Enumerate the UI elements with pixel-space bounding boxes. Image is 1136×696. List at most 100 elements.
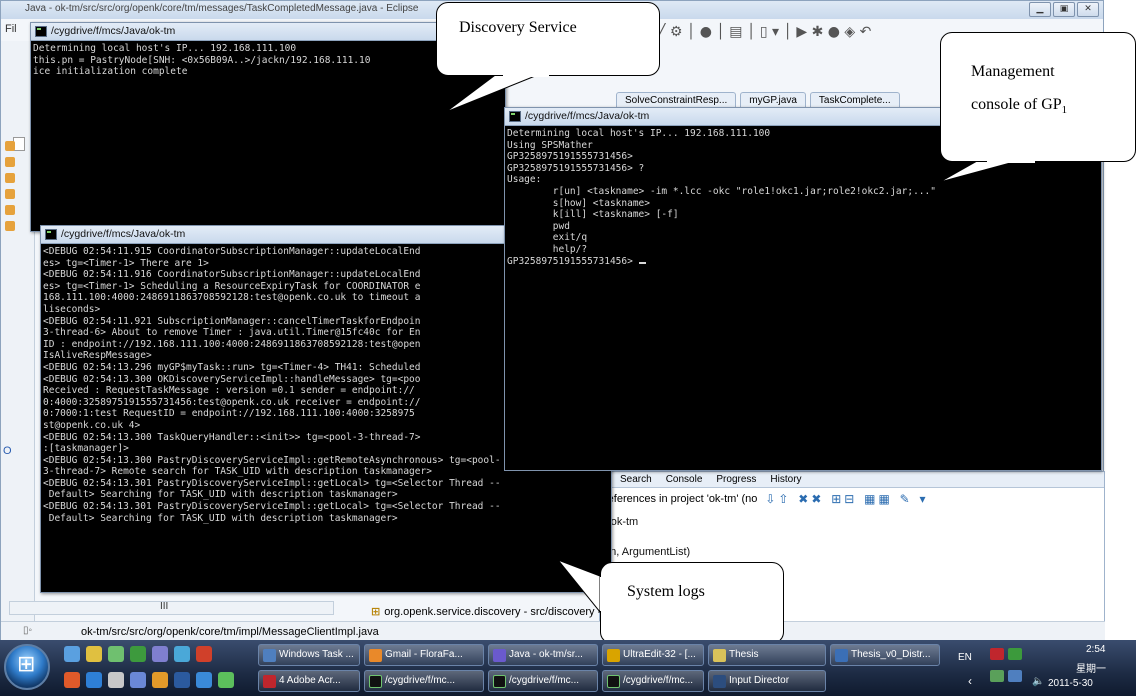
callout-discovery-service: Discovery Service [432, 0, 662, 115]
warning-icon [5, 157, 15, 167]
app-icon [607, 649, 620, 662]
input-director-icon[interactable] [990, 648, 1004, 660]
quick-launch-icon[interactable] [174, 646, 190, 662]
taskbar-button[interactable]: /cygdrive/f/mc... [488, 670, 598, 692]
taskbar-button-label: /cygdrive/f/mc... [623, 675, 694, 686]
taskbar-button[interactable]: Gmail - FloraFa... [364, 644, 484, 666]
callout-pointer-cover [987, 161, 1035, 163]
warning-icon [5, 221, 15, 231]
taskbar-button[interactable]: Thesis [708, 644, 826, 666]
close-button[interactable]: ✕ [1077, 2, 1099, 17]
console-output: <DEBUG 02:54:11.915 CoordinatorSubscript… [43, 246, 501, 524]
status-path: ok-tm/src/src/org/openk/core/tm/impl/Mes… [81, 626, 379, 638]
horizontal-scrollbar[interactable]: III [9, 601, 334, 615]
menu-file[interactable]: Fil [5, 23, 17, 35]
clock-date[interactable]: 2011-5-30 [1048, 678, 1093, 689]
app-icon [493, 649, 506, 662]
quick-launch-icon[interactable] [196, 646, 212, 662]
eclipse-toolbar[interactable]: ╱ ⚙ │ ● │ ▤ │ ▯ ▾ │ ▶ ✱ ● ◈ ↶ [657, 17, 957, 47]
search-result-text: references in project 'ok-tm' (no [604, 493, 758, 505]
console-output[interactable]: Determining local host's IP... 192.168.1… [507, 128, 936, 267]
app-icon [713, 675, 726, 688]
outline-tab[interactable]: O [3, 445, 12, 457]
maximize-button[interactable]: ▣ [1053, 2, 1075, 17]
taskbar-button[interactable]: Input Director [708, 670, 826, 692]
quick-launch-icon[interactable] [86, 672, 102, 688]
minimize-button[interactable]: ▁ [1029, 2, 1051, 17]
search-result-header: references in project 'ok-tm' (no ⇩⇧ ✖✖ … [604, 492, 1108, 506]
warning-icon [5, 173, 15, 183]
console-title: /cygdrive/f/mcs/Java/ok-tm [61, 228, 186, 240]
callout-system-logs: System logs [556, 556, 786, 648]
warning-icon [5, 189, 15, 199]
callout-pointer-cover [600, 577, 602, 611]
show-hidden-icons-icon[interactable]: ‹ [968, 674, 972, 688]
terminal-icon [35, 26, 47, 37]
tray-icon[interactable] [990, 670, 1004, 682]
callout-pointer-cover [503, 75, 549, 77]
windows-taskbar: Windows Task ... Gmail - FloraFa... Java… [0, 640, 1136, 696]
tab-history[interactable]: History [770, 474, 801, 485]
console-prompt: GP3258975191555731456> [507, 255, 639, 267]
taskbar-button[interactable]: Thesis_v0_Distr... [830, 644, 940, 666]
taskbar-button-label: Windows Task ... [279, 649, 354, 660]
language-indicator[interactable]: EN [958, 652, 972, 663]
start-button[interactable] [4, 644, 50, 690]
app-icon [263, 675, 276, 688]
quick-launch-icon[interactable] [64, 646, 80, 662]
text-cursor [638, 261, 646, 264]
quick-launch-icon[interactable] [152, 646, 168, 662]
eclipse-title: Java - ok-tm/src/src/org/openk/core/tm/m… [25, 3, 419, 14]
quick-launch-icon[interactable] [152, 672, 168, 688]
clock-time[interactable]: 2:54 [1086, 644, 1105, 655]
terminal-icon [369, 675, 382, 688]
taskbar-button[interactable]: /cygdrive/f/mc... [602, 670, 704, 692]
quick-launch-icon[interactable] [108, 646, 124, 662]
quick-launch-icon[interactable] [174, 672, 190, 688]
scrollbar-grip: III [160, 601, 169, 612]
system-tray: EN ‹ 🔈 2:54 星期一 2011-5-30 [948, 640, 1136, 696]
console-history: Determining local host's IP... 192.168.1… [507, 128, 936, 255]
tray-icon[interactable] [1008, 670, 1022, 682]
quick-launch-row [64, 646, 212, 662]
app-icon [369, 649, 382, 662]
quick-launch-icon[interactable] [130, 646, 146, 662]
warning-icon [5, 141, 15, 151]
quick-launch-icon[interactable] [218, 672, 234, 688]
app-icon [835, 649, 848, 662]
taskbar-button[interactable]: UltraEdit-32 - [... [602, 644, 704, 666]
app-icon [263, 649, 276, 662]
quick-launch-icon[interactable] [64, 672, 80, 688]
taskbar-button-label: /cygdrive/f/mc... [509, 675, 580, 686]
app-icon [713, 649, 726, 662]
console-output: Determining local host's IP... 192.168.1… [33, 43, 371, 78]
console-title: /cygdrive/f/mcs/Java/ok-tm [51, 25, 176, 37]
tab-search[interactable]: Search [620, 474, 652, 485]
taskbar-button-label: /cygdrive/f/mc... [385, 675, 456, 686]
quick-launch-icon[interactable] [130, 672, 146, 688]
volume-icon[interactable]: 🔈 [1032, 676, 1044, 687]
taskbar-button[interactable]: Windows Task ... [258, 644, 360, 666]
taskbar-button-label: UltraEdit-32 - [... [623, 649, 696, 660]
taskbar-button[interactable]: Java - ok-tm/sr... [488, 644, 598, 666]
taskbar-button-label: Thesis [729, 649, 759, 660]
taskbar-button[interactable]: 4 Adobe Acr... [258, 670, 360, 692]
search-view-toolbar-icons[interactable]: ⇩⇧ ✖✖ ⊞⊟ ▦▦ ✎ ▾ [765, 492, 928, 506]
tab-progress[interactable]: Progress [716, 474, 756, 485]
terminal-icon [493, 675, 506, 688]
bottom-view-tabs: Search Console Progress History [600, 472, 1104, 488]
clock-day[interactable]: 星期一 [1076, 660, 1106, 675]
package-icon: ⊞ [371, 605, 381, 618]
toolbar-icons[interactable]: ╱ ⚙ │ ● │ ▤ │ ▯ ▾ │ ▶ ✱ ● ◈ ↶ [657, 24, 871, 40]
callout-management-console: Management console of GP1 [939, 28, 1136, 184]
quick-launch-icon[interactable] [86, 646, 102, 662]
network-icon[interactable] [1008, 648, 1022, 660]
taskbar-button-label: Java - ok-tm/sr... [509, 649, 583, 660]
quick-launch-icon[interactable] [196, 672, 212, 688]
tab-console[interactable]: Console [666, 474, 703, 485]
quick-launch-icon[interactable] [108, 672, 124, 688]
terminal-icon [45, 229, 57, 240]
status-bar: ▯◦ ok-tm/src/src/org/openk/core/tm/impl/… [1, 621, 1105, 641]
taskbar-button[interactable]: /cygdrive/f/mc... [364, 670, 484, 692]
quick-launch-row [64, 672, 234, 688]
